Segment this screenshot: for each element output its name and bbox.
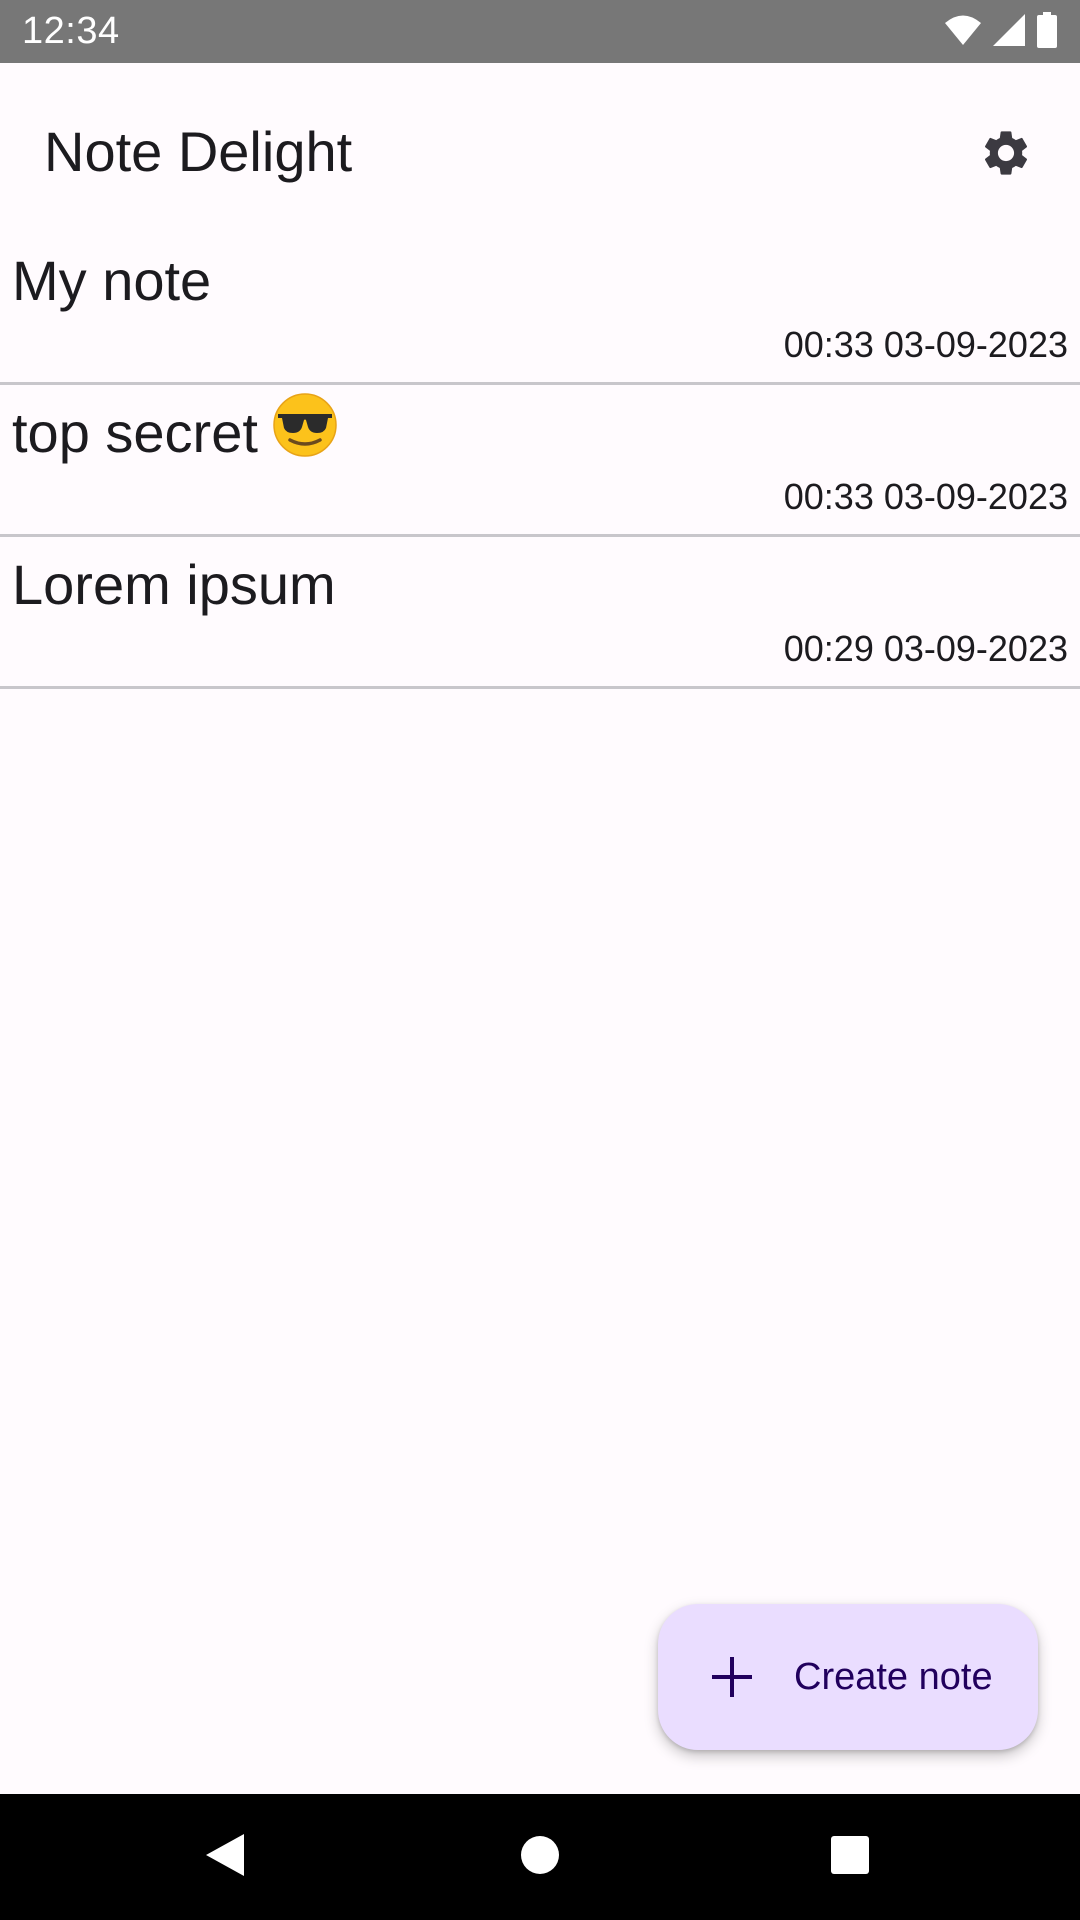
wifi-icon bbox=[944, 14, 982, 51]
recents-button[interactable] bbox=[815, 1822, 885, 1892]
note-list-item[interactable]: My note 00:33 03-09-2023 bbox=[0, 233, 1080, 385]
note-timestamp: 00:33 03-09-2023 bbox=[783, 476, 1068, 517]
back-icon bbox=[204, 1832, 246, 1883]
note-timestamp: 00:29 03-09-2023 bbox=[783, 628, 1068, 669]
create-note-button[interactable]: Create note bbox=[658, 1604, 1038, 1750]
create-note-label: Create note bbox=[794, 1656, 993, 1698]
note-timestamp: 00:33 03-09-2023 bbox=[783, 324, 1068, 365]
app-title: Note Delight bbox=[44, 120, 353, 183]
battery-icon bbox=[1036, 11, 1058, 53]
note-title: My note bbox=[12, 249, 212, 312]
note-title: Lorem ipsum bbox=[12, 553, 336, 616]
note-list-item[interactable]: Lorem ipsum 00:29 03-09-2023 bbox=[0, 537, 1080, 689]
recents-icon bbox=[830, 1835, 870, 1880]
home-button[interactable] bbox=[505, 1822, 575, 1892]
back-button[interactable] bbox=[190, 1822, 260, 1892]
home-icon bbox=[520, 1835, 560, 1880]
sunglasses-face-emoji-icon bbox=[272, 392, 338, 473]
top-app-bar: Note Delight bbox=[0, 63, 1080, 233]
note-list-item[interactable]: top secret 00:33 03-09-2023 bbox=[0, 385, 1080, 537]
status-icons bbox=[944, 11, 1058, 53]
note-title: top secret bbox=[12, 392, 338, 473]
status-time: 12:34 bbox=[22, 10, 120, 52]
cellular-signal-icon bbox=[992, 13, 1026, 52]
system-navigation-bar bbox=[0, 1794, 1080, 1920]
settings-button[interactable] bbox=[966, 115, 1046, 195]
gear-icon bbox=[979, 126, 1033, 185]
plus-icon bbox=[710, 1655, 754, 1699]
status-bar: 12:34 bbox=[0, 0, 1080, 63]
notes-list: My note 00:33 03-09-2023 top secret 00:3… bbox=[0, 233, 1080, 689]
